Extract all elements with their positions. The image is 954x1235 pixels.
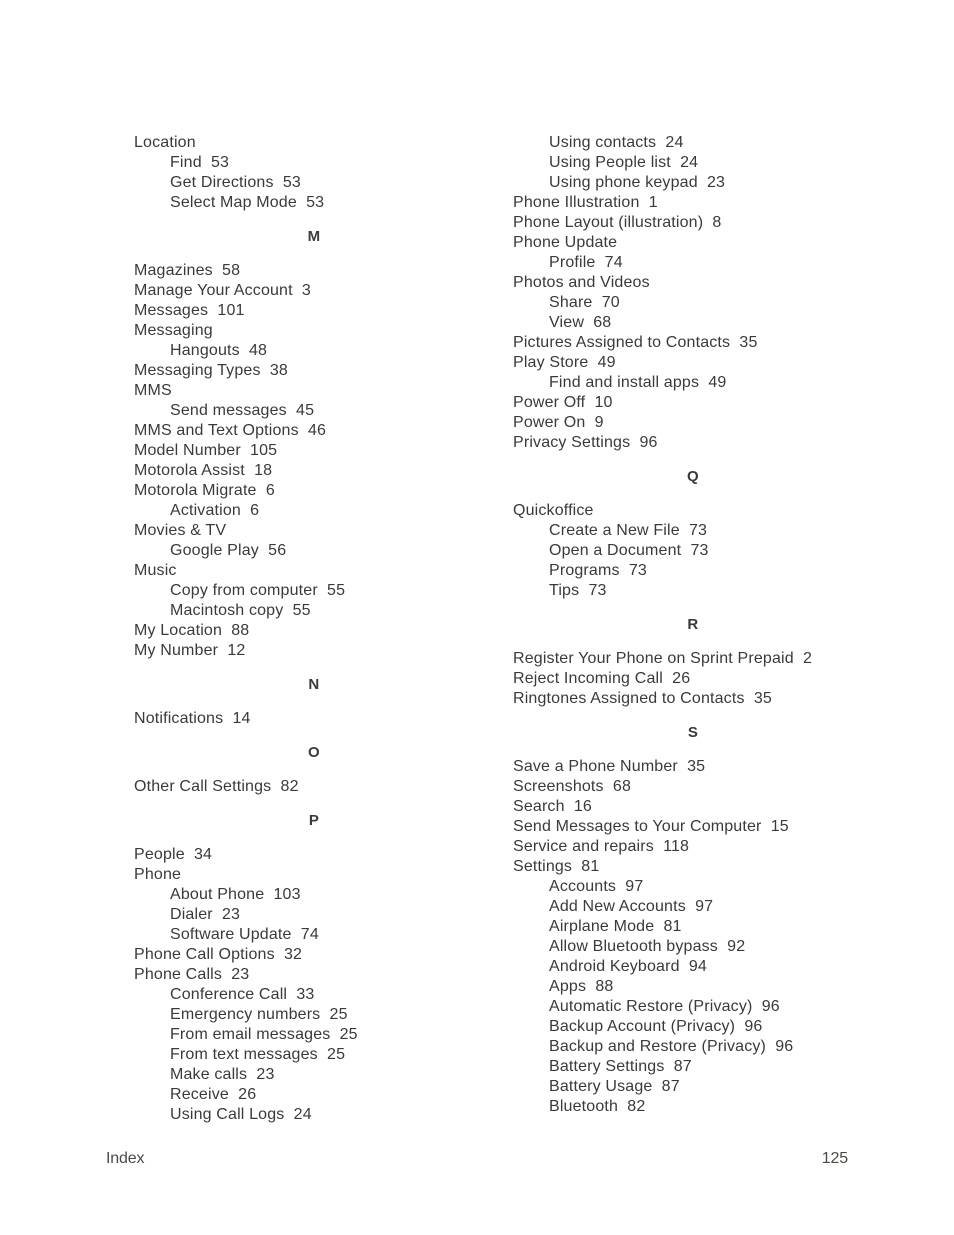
index-entry: Messages 101 [134,302,245,319]
index-subentry: Open a Document 73 [549,542,709,559]
index-entry: Send Messages to Your Computer 15 [513,818,789,835]
index-entry: Phone Layout (illustration) 8 [513,214,722,231]
index-entry: Notifications 14 [134,710,251,727]
index-entry: Screenshots 68 [513,778,632,795]
index-subentry: From email messages 25 [170,1026,358,1043]
index-entry: Quickoffice [513,502,594,519]
index-subentry: Accounts 97 [549,878,644,895]
index-subentry: Emergency numbers 25 [170,1006,348,1023]
index-entry: Save a Phone Number 35 [513,758,706,775]
index-subentry: Find and install apps 49 [549,374,727,391]
index-column-right: Using contacts 24 Using People list 24 Usi… [513,133,873,1117]
index-entry: Movies & TV [134,522,227,539]
index-subentry: Allow Bluetooth bypass 92 [549,938,746,955]
index-entry: My Location 88 [134,622,250,639]
index-subentry: Using People list 24 [549,154,699,171]
index-subentry: Battery Settings 87 [549,1058,692,1075]
index-column-left: Location Find 53 Get Directions 53 Select M… [134,133,494,1125]
index-entry: Photos and Videos [513,274,650,291]
index-entry: Service and repairs 118 [513,838,690,855]
index-subentry: Find 53 [170,154,230,171]
index-subentry: Get Directions 53 [170,174,301,191]
index-entry: Phone [134,866,182,883]
index-subentry: Macintosh copy 55 [170,602,311,619]
index-entry: Phone Update [513,234,618,251]
section-letter-q: Q [687,468,699,485]
footer-page-number: 125 [821,1150,848,1167]
index-subentry: Copy from computer 55 [170,582,346,599]
index-entry: Ringtones Assigned to Contacts 35 [513,690,772,707]
section-letter-n: N [308,676,320,693]
index-subentry: Make calls 23 [170,1066,275,1083]
section-letter-r: R [687,616,699,633]
index-subentry: Select Map Mode 53 [170,194,325,211]
index-subentry: Receive 26 [170,1086,257,1103]
index-entry: Power On 9 [513,414,604,431]
index-entry: Phone Illustration 1 [513,194,658,211]
index-subentry: Programs 73 [549,562,647,579]
index-entry: MMS and Text Options 46 [134,422,327,439]
index-columns: Location Find 53 Get Directions 53 Select M… [134,133,874,1125]
index-entry: Settings 81 [513,858,600,875]
index-subentry: Bluetooth 82 [549,1098,646,1115]
index-entry: Magazines 58 [134,262,241,279]
index-subentry: Airplane Mode 81 [549,918,682,935]
index-entry: Manage Your Account 3 [134,282,311,299]
section-letter-s: S [687,724,699,741]
index-subentry: Add New Accounts 97 [549,898,714,915]
index-entry: Model Number 105 [134,442,278,459]
index-entry: Other Call Settings 82 [134,778,299,795]
index-subentry: Android Keyboard 94 [549,958,707,975]
index-subentry: Share 70 [549,294,620,311]
index-subentry: Backup Account (Privacy) 96 [549,1018,763,1035]
index-subentry: Tips 73 [549,582,607,599]
index-entry: Messaging [134,322,213,339]
index-entry: Register Your Phone on Sprint Prepaid 2 [513,650,813,667]
index-entry: Privacy Settings 96 [513,434,658,451]
page-footer: Index 125 [106,1148,848,1170]
index-subentry: Using contacts 24 [549,134,684,151]
index-subentry: Hangouts 48 [170,342,268,359]
section-letter-o: O [308,744,320,761]
index-subentry: View 68 [549,314,612,331]
index-entry: Location [134,134,196,151]
footer-label: Index [106,1150,145,1167]
index-entry: Search 16 [513,798,592,815]
index-entry: MMS [134,382,172,399]
index-page: Location Find 53 Get Directions 53 Select M… [0,0,954,1235]
index-entry: Motorola Migrate 6 [134,482,275,499]
index-subentry: Software Update 74 [170,926,319,943]
index-entry: My Number 12 [134,642,246,659]
index-entry: Motorola Assist 18 [134,462,273,479]
index-entry: Messaging Types 38 [134,362,288,379]
index-entry: Pictures Assigned to Contacts 35 [513,334,758,351]
index-entry: Music [134,562,177,579]
index-entry: People 34 [134,846,213,863]
index-subentry: Battery Usage 87 [549,1078,680,1095]
index-subentry: Using Call Logs 24 [170,1106,312,1123]
index-entry: Power Off 10 [513,394,613,411]
section-letter-p: P [308,812,320,829]
index-subentry: Dialer 23 [170,906,241,923]
index-subentry: Profile 74 [549,254,623,271]
index-subentry: Google Play 56 [170,542,287,559]
index-subentry: About Phone 103 [170,886,301,903]
index-entry: Reject Incoming Call 26 [513,670,691,687]
index-entry: Play Store 49 [513,354,616,371]
index-entry: Phone Calls 23 [134,966,250,983]
index-subentry: Apps 88 [549,978,614,995]
index-subentry: Create a New File 73 [549,522,708,539]
index-subentry: Conference Call 33 [170,986,315,1003]
index-subentry: Using phone keypad 23 [549,174,726,191]
index-subentry: Send messages 45 [170,402,315,419]
index-subentry: From text messages 25 [170,1046,346,1063]
index-subentry: Activation 6 [170,502,260,519]
section-letter-m: M [307,228,321,245]
index-subentry: Automatic Restore (Privacy) 96 [549,998,780,1015]
index-subentry: Backup and Restore (Privacy) 96 [549,1038,794,1055]
index-entry: Phone Call Options 32 [134,946,303,963]
